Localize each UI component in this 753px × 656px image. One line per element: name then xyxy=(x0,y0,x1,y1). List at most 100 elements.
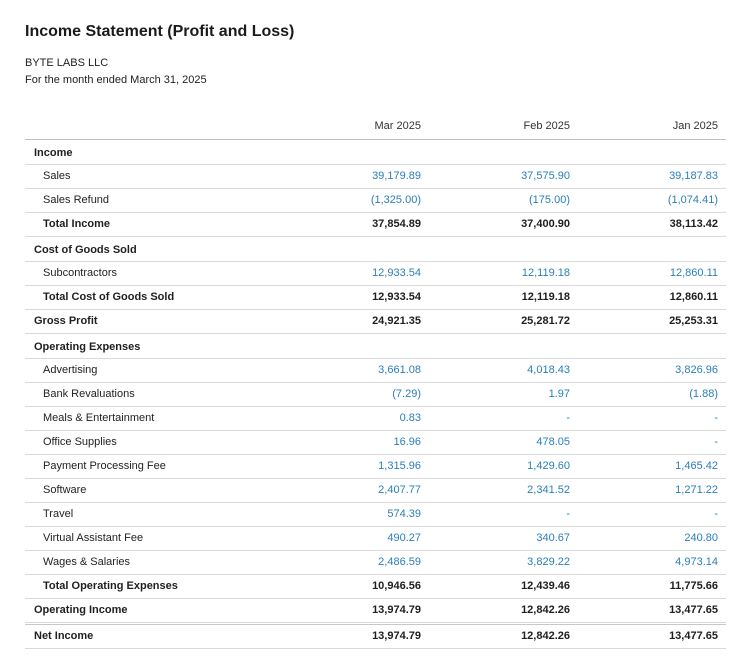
row-label: Virtual Assistant Fee xyxy=(43,532,144,544)
table-row-total-operating-expenses: Total Operating Expenses 10,946.56 12,439.… xyxy=(25,575,726,599)
row-label: Total Income xyxy=(43,218,111,230)
row-value-jan-2025: 25,253.31 xyxy=(669,315,718,327)
table-row-bank-revaluations[interactable]: Bank Revaluations (7.29) 1.97 (1.88) xyxy=(25,383,726,407)
row-label: Cost of Goods Sold xyxy=(34,244,137,256)
row-value-mar-2025: 13,974.79 xyxy=(372,604,421,616)
row-value-mar-2025: 24,921.35 xyxy=(372,315,421,327)
row-label: Net Income xyxy=(34,630,94,642)
row-label: Payment Processing Fee xyxy=(43,460,166,472)
table-row-meals-and-entertainment[interactable]: Meals & Entertainment 0.83 - - xyxy=(25,407,726,431)
row-value-jan-2025[interactable]: 12,860.11 xyxy=(608,262,718,285)
section-row-cost-of-goods-sold: Cost of Goods Sold xyxy=(25,237,726,262)
row-value-feb-2025[interactable]: 2,341.52 xyxy=(460,479,570,502)
row-value-feb-2025[interactable]: - xyxy=(460,503,570,526)
column-header-jan-2025: Jan 2025 xyxy=(672,120,718,132)
table-row-advertising[interactable]: Advertising 3,661.08 4,018.43 3,826.96 xyxy=(25,359,726,383)
row-value-jan-2025: 13,477.65 xyxy=(669,604,718,616)
row-value-jan-2025[interactable]: 3,826.96 xyxy=(608,359,718,382)
row-value-jan-2025[interactable]: 1,465.42 xyxy=(608,455,718,478)
row-label: Total Operating Expenses xyxy=(43,580,178,592)
row-value-jan-2025[interactable]: (1,074.41) xyxy=(608,189,718,212)
income-statement-table: Mar 2025 Feb 2025 Jan 2025 Income Sales 39… xyxy=(25,111,726,649)
table-row-virtual-assistant-fee[interactable]: Virtual Assistant Fee 490.27 340.67 240.80 xyxy=(25,527,726,551)
row-label: Sales Refund xyxy=(43,194,110,206)
row-label: Office Supplies xyxy=(43,436,117,448)
row-label: Software xyxy=(43,484,87,496)
row-value-mar-2025[interactable]: 12,933.54 xyxy=(311,262,421,285)
row-value-jan-2025[interactable]: - xyxy=(608,407,718,430)
row-value-feb-2025: 37,400.90 xyxy=(521,218,570,230)
row-value-mar-2025[interactable]: 574.39 xyxy=(311,503,421,526)
row-value-jan-2025: 11,775.66 xyxy=(669,580,718,592)
company-name: BYTE LABS LLC xyxy=(25,57,109,69)
row-value-feb-2025[interactable]: 340.67 xyxy=(460,527,570,550)
row-label: Operating Expenses xyxy=(34,341,141,353)
row-value-mar-2025[interactable]: 490.27 xyxy=(311,527,421,550)
row-value-feb-2025[interactable]: 4,018.43 xyxy=(460,359,570,382)
row-value-jan-2025: 12,860.11 xyxy=(669,291,718,303)
report-title: Income Statement (Profit and Loss) xyxy=(25,23,295,40)
column-header-row: Mar 2025 Feb 2025 Jan 2025 xyxy=(25,111,726,140)
table-row-total-income: Total Income 37,854.89 37,400.90 38,113.42 xyxy=(25,213,726,237)
table-row-subcontractors[interactable]: Subcontractors 12,933.54 12,119.18 12,860.1… xyxy=(25,262,726,286)
row-label: Bank Revaluations xyxy=(43,388,135,400)
row-value-feb-2025[interactable]: (175.00) xyxy=(460,189,570,212)
row-value-mar-2025: 13,974.79 xyxy=(372,630,421,642)
table-row-travel[interactable]: Travel 574.39 - - xyxy=(25,503,726,527)
row-value-mar-2025[interactable]: 39,179.89 xyxy=(311,165,421,188)
row-value-jan-2025[interactable]: - xyxy=(608,503,718,526)
section-row-operating-expenses: Operating Expenses xyxy=(25,334,726,359)
section-row-income: Income xyxy=(25,140,726,165)
row-label: Wages & Salaries xyxy=(43,556,131,568)
column-header-feb-2025: Feb 2025 xyxy=(523,120,570,132)
report-rows: Income Sales 39,179.89 37,575.90 39,187.83 Sa… xyxy=(25,140,726,649)
row-value-feb-2025[interactable]: 478.05 xyxy=(460,431,570,454)
row-value-mar-2025[interactable]: (7.29) xyxy=(311,383,421,406)
row-value-mar-2025[interactable]: 2,407.77 xyxy=(311,479,421,502)
row-label: Income xyxy=(34,147,73,159)
row-label: Travel xyxy=(43,508,74,520)
row-value-jan-2025[interactable]: - xyxy=(608,431,718,454)
table-row-software[interactable]: Software 2,407.77 2,341.52 1,271.22 xyxy=(25,479,726,503)
row-value-mar-2025: 37,854.89 xyxy=(372,218,421,230)
row-value-feb-2025[interactable]: 1,429.60 xyxy=(460,455,570,478)
table-row-sales-refund[interactable]: Sales Refund (1,325.00) (175.00) (1,074.41) xyxy=(25,189,726,213)
table-row-total-cost-of-goods-sold: Total Cost of Goods Sold 12,933.54 12,119.… xyxy=(25,286,726,310)
row-value-feb-2025: 12,119.18 xyxy=(521,291,570,303)
table-row-office-supplies[interactable]: Office Supplies 16.96 478.05 - xyxy=(25,431,726,455)
table-row-operating-income: Operating Income 13,974.79 12,842.26 13,477… xyxy=(25,599,726,623)
row-value-mar-2025[interactable]: 0.83 xyxy=(311,407,421,430)
row-label: Advertising xyxy=(43,364,98,376)
row-value-jan-2025[interactable]: 240.80 xyxy=(608,527,718,550)
row-value-mar-2025[interactable]: (1,325.00) xyxy=(311,189,421,212)
row-label: Subcontractors xyxy=(43,267,117,279)
row-value-feb-2025[interactable]: 12,119.18 xyxy=(460,262,570,285)
row-value-feb-2025: 12,842.26 xyxy=(521,604,570,616)
row-label: Sales xyxy=(43,170,71,182)
table-row-net-income: Net Income 13,974.79 12,842.26 13,477.65 xyxy=(25,624,726,649)
table-row-sales[interactable]: Sales 39,179.89 37,575.90 39,187.83 xyxy=(25,165,726,189)
row-value-jan-2025[interactable]: (1.88) xyxy=(608,383,718,406)
row-value-mar-2025[interactable]: 2,486.59 xyxy=(311,551,421,574)
row-value-mar-2025: 10,946.56 xyxy=(372,580,421,592)
row-value-feb-2025[interactable]: 1.97 xyxy=(460,383,570,406)
row-value-jan-2025[interactable]: 1,271.22 xyxy=(608,479,718,502)
row-label: Operating Income xyxy=(34,604,128,616)
row-value-mar-2025[interactable]: 3,661.08 xyxy=(311,359,421,382)
row-value-feb-2025[interactable]: - xyxy=(460,407,570,430)
table-row-gross-profit: Gross Profit 24,921.35 25,281.72 25,253.31 xyxy=(25,310,726,334)
row-value-feb-2025: 12,439.46 xyxy=(521,580,570,592)
row-value-jan-2025[interactable]: 39,187.83 xyxy=(608,165,718,188)
table-row-payment-processing-fee[interactable]: Payment Processing Fee 1,315.96 1,429.60 1,… xyxy=(25,455,726,479)
row-value-feb-2025[interactable]: 3,829.22 xyxy=(460,551,570,574)
row-value-feb-2025[interactable]: 37,575.90 xyxy=(460,165,570,188)
row-value-mar-2025[interactable]: 16.96 xyxy=(311,431,421,454)
row-value-mar-2025: 12,933.54 xyxy=(372,291,421,303)
row-value-mar-2025[interactable]: 1,315.96 xyxy=(311,455,421,478)
row-value-jan-2025: 38,113.42 xyxy=(669,218,718,230)
row-value-jan-2025[interactable]: 4,973.14 xyxy=(608,551,718,574)
table-row-wages-and-salaries[interactable]: Wages & Salaries 2,486.59 3,829.22 4,973.14 xyxy=(25,551,726,575)
row-label: Gross Profit xyxy=(34,315,98,327)
row-value-jan-2025: 13,477.65 xyxy=(669,630,718,642)
row-label: Total Cost of Goods Sold xyxy=(43,291,175,303)
